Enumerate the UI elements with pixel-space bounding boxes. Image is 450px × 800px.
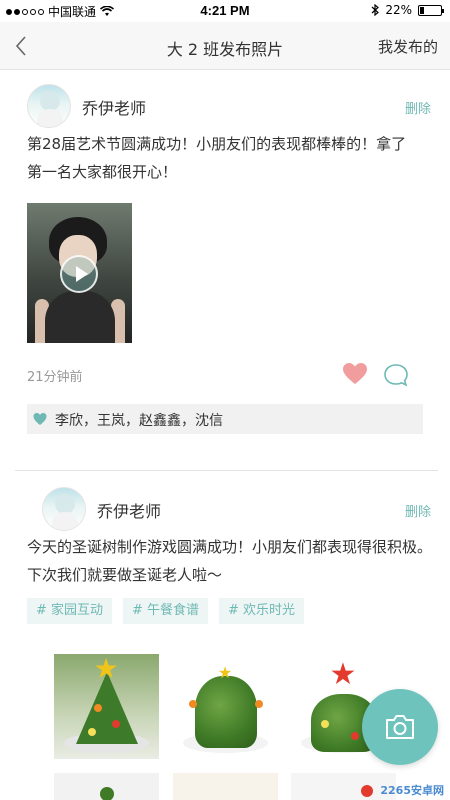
post-text-line: 第一名大家都很开心！: [27, 163, 178, 181]
avatar[interactable]: [27, 84, 71, 128]
camera-icon: [386, 715, 414, 739]
likes-names: 李欣，王岚，赵鑫鑫，沈信: [55, 413, 223, 429]
post-text-line: 下次我们就要做圣诞老人啦～: [27, 566, 223, 584]
tag-home-interaction[interactable]: # 家园互动: [27, 598, 113, 624]
post-time: 21分钟前: [27, 370, 83, 385]
divider: [15, 470, 438, 471]
delete-button[interactable]: 删除: [405, 501, 431, 520]
post-text-line: 第28届艺术节圆满成功！小朋友们的表现都棒棒的！拿了: [27, 135, 407, 153]
photo-thumbnail[interactable]: ★: [54, 654, 159, 759]
nav-bar: 大 2 班发布照片 我发布的: [0, 22, 450, 70]
video-thumbnail[interactable]: [27, 203, 132, 343]
camera-button[interactable]: [362, 689, 438, 765]
watermark-logo: 2265安卓网: [380, 784, 444, 797]
comment-icon[interactable]: [383, 363, 409, 387]
post-author[interactable]: 乔伊老师: [82, 95, 146, 119]
photo-thumbnail[interactable]: ★: [173, 654, 278, 759]
tag-lunch-recipe[interactable]: # 午餐食谱: [123, 598, 209, 624]
status-bar: 中国联通 4:21 PM 22%: [0, 0, 450, 22]
heart-icon: [33, 413, 47, 425]
battery-icon: [418, 4, 444, 16]
play-icon[interactable]: [60, 255, 98, 293]
tag-happy-time[interactable]: # 欢乐时光: [219, 598, 305, 624]
battery-fill: [420, 6, 425, 14]
delete-button[interactable]: 删除: [405, 98, 431, 117]
post-author[interactable]: 乔伊老师: [97, 498, 161, 522]
bluetooth-icon: [371, 4, 380, 16]
photo-thumbnail[interactable]: [54, 773, 159, 800]
post-text-line: 今天的圣诞树制作游戏圆满成功！小朋友们都表现得很积极。: [27, 538, 433, 556]
likes-bar: 李欣，王岚，赵鑫鑫，沈信: [27, 404, 423, 434]
photo-thumbnail[interactable]: [173, 773, 278, 800]
my-posts-button[interactable]: 我发布的: [378, 36, 438, 57]
heart-icon[interactable]: [342, 362, 368, 386]
avatar[interactable]: [42, 487, 86, 531]
battery-percent: 22%: [385, 3, 412, 17]
status-right: 22%: [371, 3, 444, 17]
